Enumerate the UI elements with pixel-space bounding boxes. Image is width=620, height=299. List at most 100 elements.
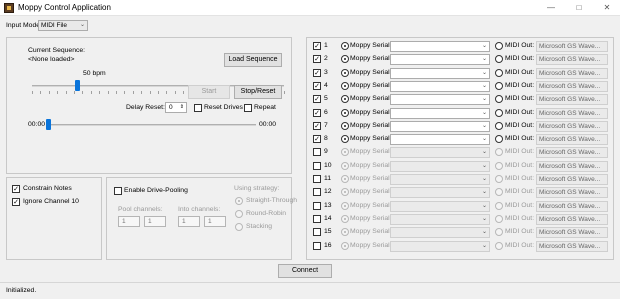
close-icon[interactable]: ✕: [596, 2, 618, 14]
midi-out-select[interactable]: Microsoft GS Wave...: [536, 80, 608, 92]
strategy-radio-roundrobin[interactable]: [235, 210, 243, 218]
enable-pooling-checkbox[interactable]: [114, 187, 122, 195]
midi-out-select[interactable]: Microsoft GS Wave...: [536, 41, 608, 52]
moppy-serial-select[interactable]: ⌄: [390, 54, 490, 66]
midi-out-radio[interactable]: [495, 42, 503, 50]
midi-out-select[interactable]: Microsoft GS Wave...: [536, 240, 608, 252]
moppy-serial-select[interactable]: ⌄: [390, 200, 490, 212]
channel-enable-checkbox[interactable]: ✓: [313, 108, 321, 117]
tempo-slider-thumb[interactable]: [75, 80, 81, 91]
channel-enable-checkbox[interactable]: [313, 188, 321, 197]
channel-enable-checkbox[interactable]: ✓: [313, 68, 321, 77]
strategy-radio-straight[interactable]: [235, 197, 243, 205]
constrain-notes-checkbox[interactable]: ✓: [12, 185, 20, 193]
moppy-serial-select[interactable]: ⌄: [390, 67, 490, 79]
moppy-serial-radio[interactable]: [341, 214, 349, 223]
channel-enable-checkbox[interactable]: [313, 201, 321, 210]
status-bar: Initialized.: [0, 282, 620, 299]
moppy-serial-select[interactable]: ⌄: [390, 107, 490, 119]
midi-out-select[interactable]: Microsoft GS Wave...: [536, 94, 608, 106]
channel-enable-checkbox[interactable]: [313, 214, 321, 223]
connect-button[interactable]: Connect: [278, 264, 332, 278]
moppy-serial-radio[interactable]: [341, 161, 349, 170]
input-mode-select[interactable]: MIDI File ⌄: [38, 20, 88, 31]
moppy-serial-radio[interactable]: [341, 201, 349, 210]
channel-number: 5: [324, 95, 328, 103]
ignore-channel-checkbox[interactable]: ✓: [12, 198, 20, 206]
midi-out-select[interactable]: Microsoft GS Wave...: [536, 120, 608, 132]
stop-reset-button[interactable]: Stop/Reset: [234, 85, 282, 99]
moppy-serial-radio[interactable]: [341, 241, 349, 250]
moppy-serial-select[interactable]: ⌄: [390, 134, 490, 146]
midi-out-select[interactable]: Microsoft GS Wave...: [536, 213, 608, 225]
moppy-serial-select[interactable]: ⌄: [390, 187, 490, 199]
midi-out-select[interactable]: Microsoft GS Wave...: [536, 134, 608, 146]
midi-out-radio[interactable]: [495, 201, 503, 210]
moppy-serial-select[interactable]: ⌄: [390, 80, 490, 92]
moppy-serial-radio[interactable]: [341, 175, 349, 183]
midi-out-select[interactable]: Microsoft GS Wave...: [536, 107, 608, 119]
midi-device-value: Microsoft GS Wave...: [539, 162, 601, 170]
midi-out-select[interactable]: Microsoft GS Wave...: [536, 160, 608, 172]
midi-out-select[interactable]: Microsoft GS Wave...: [536, 67, 608, 79]
midi-out-select[interactable]: Microsoft GS Wave...: [536, 200, 608, 212]
channel-enable-checkbox[interactable]: [313, 148, 321, 157]
midi-out-radio[interactable]: [495, 81, 503, 90]
ignore-channel-label: Ignore Channel 10: [23, 198, 79, 205]
channel-enable-checkbox[interactable]: ✓: [313, 121, 321, 130]
position-slider-thumb[interactable]: [46, 119, 51, 130]
position-slider-track[interactable]: [46, 124, 256, 126]
strategy-radio-stacking[interactable]: [235, 223, 243, 231]
load-sequence-button[interactable]: Load Sequence: [224, 53, 282, 67]
channel-enable-checkbox[interactable]: ✓: [313, 95, 321, 104]
into-from-spinner[interactable]: 1: [178, 216, 200, 227]
midi-out-radio[interactable]: [495, 121, 503, 130]
moppy-serial-select[interactable]: ⌄: [390, 94, 490, 106]
moppy-serial-select[interactable]: ⌄: [390, 213, 490, 225]
pool-from-spinner[interactable]: 1: [118, 216, 140, 227]
midi-out-radio[interactable]: [495, 175, 503, 183]
channel-enable-checkbox[interactable]: [313, 161, 321, 170]
midi-out-select[interactable]: Microsoft GS Wave...: [536, 174, 608, 185]
moppy-serial-select[interactable]: ⌄: [390, 120, 490, 132]
midi-device-value: Microsoft GS Wave...: [539, 109, 601, 117]
channel-enable-checkbox[interactable]: [313, 175, 321, 183]
slider-tick: [174, 91, 176, 94]
moppy-serial-select[interactable]: ⌄: [390, 174, 490, 185]
moppy-serial-select[interactable]: ⌄: [390, 227, 490, 239]
pool-to-spinner[interactable]: 1: [144, 216, 166, 227]
moppy-serial-select[interactable]: ⌄: [390, 147, 490, 159]
moppy-serial-radio[interactable]: [341, 121, 349, 130]
moppy-serial-radio[interactable]: [341, 42, 349, 50]
midi-out-radio[interactable]: [495, 214, 503, 223]
moppy-serial-select[interactable]: ⌄: [390, 160, 490, 172]
channel-enable-checkbox[interactable]: [313, 228, 321, 237]
moppy-serial-radio[interactable]: [341, 108, 349, 117]
moppy-serial-radio[interactable]: [341, 81, 349, 90]
moppy-serial-radio[interactable]: [341, 68, 349, 77]
midi-out-select[interactable]: Microsoft GS Wave...: [536, 187, 608, 199]
channel-enable-checkbox[interactable]: ✓: [313, 55, 321, 64]
midi-out-label: MIDI Out:: [505, 95, 535, 103]
minimize-icon[interactable]: —: [540, 2, 562, 14]
midi-out-radio[interactable]: [495, 108, 503, 117]
channel-enable-checkbox[interactable]: [313, 241, 321, 250]
channel-enable-checkbox[interactable]: ✓: [313, 42, 321, 50]
channel-enable-checkbox[interactable]: ✓: [313, 135, 321, 144]
chevron-down-icon: ⌄: [481, 202, 487, 209]
reset-drives-checkbox[interactable]: [194, 104, 202, 112]
delay-reset-spinner[interactable]: 0 ⇕: [165, 102, 187, 113]
midi-out-select[interactable]: Microsoft GS Wave...: [536, 147, 608, 159]
midi-out-select[interactable]: Microsoft GS Wave...: [536, 227, 608, 239]
midi-out-radio[interactable]: [495, 241, 503, 250]
maximize-icon[interactable]: □: [568, 2, 590, 14]
moppy-serial-select[interactable]: ⌄: [390, 41, 490, 52]
moppy-serial-select[interactable]: ⌄: [390, 240, 490, 252]
into-to-spinner[interactable]: 1: [204, 216, 226, 227]
midi-out-select[interactable]: Microsoft GS Wave...: [536, 54, 608, 66]
start-button[interactable]: Start: [188, 85, 230, 99]
midi-out-radio[interactable]: [495, 161, 503, 170]
channel-enable-checkbox[interactable]: ✓: [313, 81, 321, 90]
repeat-checkbox[interactable]: [244, 104, 252, 112]
midi-out-radio[interactable]: [495, 68, 503, 77]
